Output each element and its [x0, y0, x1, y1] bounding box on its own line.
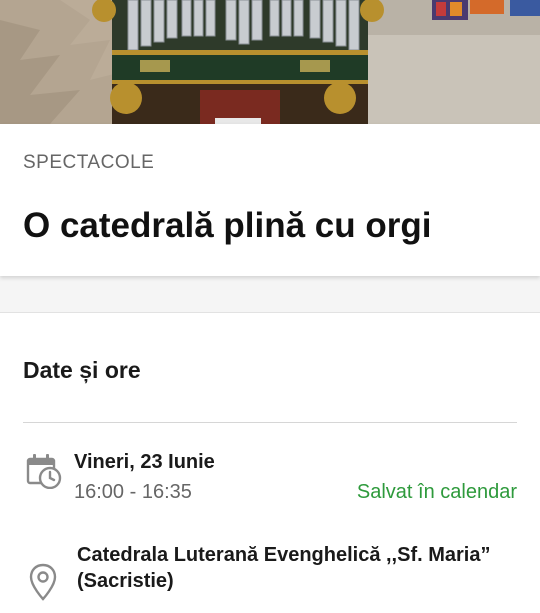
saved-in-calendar-link[interactable]: Salvat în calendar	[357, 481, 517, 504]
event-hero-image	[0, 0, 540, 124]
calendar-clock-icon	[26, 453, 62, 494]
event-title: O catedrală plină cu orgi	[23, 206, 432, 245]
event-time: 16:00 - 16:35	[74, 481, 192, 503]
event-date: Vineri, 23 Iunie	[74, 451, 215, 473]
event-details-card: Date și ore Vineri, 23 Iunie 16:00 - 16:…	[0, 312, 540, 613]
location-pin-icon	[29, 563, 57, 608]
event-venue[interactable]: Catedrala Luterană Evenghelică ,,Sf. Mar…	[77, 542, 497, 594]
event-category: SPECTACOLE	[23, 152, 155, 173]
event-header-card: SPECTACOLE O catedrală plină cu orgi	[0, 124, 540, 276]
section-divider	[23, 422, 517, 423]
section-title: Date și ore	[23, 357, 141, 383]
